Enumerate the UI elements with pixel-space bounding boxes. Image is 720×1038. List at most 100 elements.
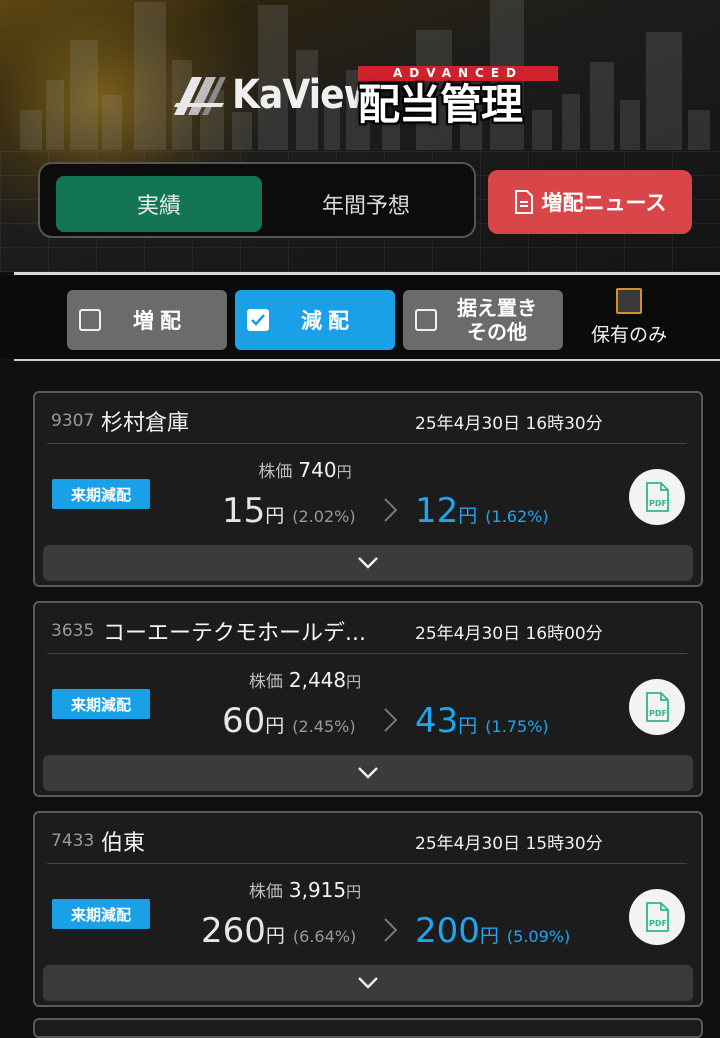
chevron-down-icon bbox=[358, 767, 378, 779]
filter-bar: 増配 減配 据え置き その他 保有のみ bbox=[0, 275, 720, 359]
new-dividend-value: 12 bbox=[415, 491, 459, 531]
old-dividend-value: 260 bbox=[201, 911, 266, 951]
company-name[interactable]: 杉村倉庫 bbox=[101, 405, 189, 437]
old-yield: (2.02%) bbox=[292, 507, 356, 526]
price-unit: 円 bbox=[336, 463, 352, 481]
checkbox-unchanged-other[interactable] bbox=[415, 309, 437, 331]
old-dividend-unit: 円 bbox=[265, 505, 285, 527]
dividend-card: 3635 コーエーテクモホールデ... 25年4月30日 16時00分 来期減配… bbox=[33, 601, 703, 797]
stock-price: 株価 740円 bbox=[35, 457, 575, 482]
pdf-button[interactable]: PDF bbox=[629, 889, 685, 945]
price-label: 株価 bbox=[258, 462, 293, 482]
company-name[interactable]: 伯東 bbox=[101, 825, 145, 857]
expand-button[interactable] bbox=[43, 965, 693, 1001]
tab-actual[interactable]: 実績 bbox=[56, 176, 262, 232]
kaview-logo-icon bbox=[174, 77, 226, 115]
old-dividend-value: 15 bbox=[222, 491, 266, 531]
document-icon bbox=[514, 190, 533, 214]
price-value: 3,915 bbox=[288, 878, 347, 902]
pdf-file-icon: PDF bbox=[646, 902, 669, 932]
price-label: 株価 bbox=[248, 882, 283, 902]
filter-increase-label: 増配 bbox=[133, 309, 187, 333]
card-divider bbox=[47, 443, 687, 444]
filter-decrease[interactable]: 減配 bbox=[235, 290, 395, 350]
new-dividend: 12円 (1.62%) bbox=[415, 491, 549, 531]
old-dividend-value: 60 bbox=[222, 701, 266, 741]
chevron-down-icon bbox=[358, 557, 378, 569]
price-value: 740 bbox=[298, 458, 337, 482]
pdf-button[interactable]: PDF bbox=[629, 679, 685, 735]
announcement-datetime: 25年4月30日 15時30分 bbox=[415, 834, 603, 854]
chevron-right-icon bbox=[384, 918, 398, 942]
dividend-card: 7433 伯東 25年4月30日 15時30分 来期減配 株価 3,915円 26… bbox=[33, 811, 703, 1007]
new-dividend-unit: 円 bbox=[458, 715, 478, 737]
announcement-datetime: 25年4月30日 16時00分 bbox=[415, 624, 603, 644]
old-dividend-unit: 円 bbox=[265, 715, 285, 737]
expand-button[interactable] bbox=[43, 545, 693, 581]
new-dividend-value: 200 bbox=[415, 911, 480, 951]
stock-code: 7433 bbox=[51, 831, 95, 851]
chevron-down-icon bbox=[358, 977, 378, 989]
new-yield: (1.62%) bbox=[485, 507, 549, 526]
filter-unchanged-line2: その他 bbox=[467, 320, 527, 344]
old-yield: (2.45%) bbox=[292, 717, 356, 736]
filter-divider bbox=[14, 359, 720, 361]
pdf-button[interactable]: PDF bbox=[629, 469, 685, 525]
stock-code: 9307 bbox=[51, 411, 95, 431]
new-dividend: 43円 (1.75%) bbox=[415, 701, 549, 741]
chevron-right-icon bbox=[384, 708, 398, 732]
check-icon bbox=[251, 314, 265, 326]
price-value: 2,448 bbox=[288, 668, 347, 692]
app-title: 配当管理 bbox=[358, 80, 523, 129]
company-name[interactable]: コーエーテクモホールデ... bbox=[103, 615, 366, 647]
price-unit: 円 bbox=[346, 883, 362, 901]
advanced-title-block: ADVANCED 配当管理 bbox=[358, 66, 558, 129]
view-tabs: 実績 年間予想 bbox=[38, 162, 476, 238]
owned-only-toggle[interactable]: 保有のみ bbox=[584, 288, 674, 347]
svg-text:PDF: PDF bbox=[649, 499, 667, 508]
svg-text:PDF: PDF bbox=[649, 919, 667, 928]
old-yield: (6.64%) bbox=[292, 927, 357, 946]
old-dividend: 15円 (2.02%) bbox=[222, 491, 356, 531]
dividend-news-button[interactable]: 増配ニュース bbox=[488, 170, 692, 234]
owned-only-checkbox[interactable] bbox=[616, 288, 642, 314]
old-dividend: 60円 (2.45%) bbox=[222, 701, 356, 741]
checkbox-decrease[interactable] bbox=[247, 309, 269, 331]
price-label: 株価 bbox=[248, 672, 283, 692]
status-badge: 来期減配 bbox=[52, 899, 150, 929]
new-dividend: 200円 (5.09%) bbox=[415, 911, 570, 951]
dividend-card: 9307 杉村倉庫 25年4月30日 16時30分 来期減配 株価 740円 15… bbox=[33, 391, 703, 587]
svg-text:PDF: PDF bbox=[649, 709, 667, 718]
filter-increase[interactable]: 増配 bbox=[67, 290, 227, 350]
new-dividend-unit: 円 bbox=[479, 925, 499, 947]
pdf-file-icon: PDF bbox=[646, 692, 669, 722]
tab-annual-forecast[interactable]: 年間予想 bbox=[266, 176, 466, 232]
announcement-datetime: 25年4月30日 16時30分 bbox=[415, 414, 603, 434]
new-yield: (1.75%) bbox=[485, 717, 549, 736]
pdf-file-icon: PDF bbox=[646, 482, 669, 512]
new-yield: (5.09%) bbox=[506, 927, 571, 946]
dividend-news-label: 増配ニュース bbox=[541, 191, 667, 215]
old-dividend-unit: 円 bbox=[265, 925, 285, 947]
advanced-tag: ADVANCED bbox=[358, 66, 558, 81]
filter-decrease-label: 減配 bbox=[301, 309, 355, 333]
card-divider bbox=[47, 863, 687, 864]
dividend-card-partial bbox=[33, 1018, 703, 1038]
card-divider bbox=[47, 653, 687, 654]
stock-price: 株価 2,448円 bbox=[35, 667, 575, 692]
filter-unchanged-line1: 据え置き bbox=[457, 296, 537, 320]
expand-button[interactable] bbox=[43, 755, 693, 791]
logo-text: KaView bbox=[232, 72, 377, 118]
status-badge: 来期減配 bbox=[52, 689, 150, 719]
stock-price: 株価 3,915円 bbox=[35, 877, 575, 902]
new-dividend-value: 43 bbox=[415, 701, 459, 741]
filter-unchanged-other[interactable]: 据え置き その他 bbox=[403, 290, 563, 350]
app-header: KaView ADVANCED 配当管理 実績 年間予想 増配ニュース bbox=[0, 0, 720, 272]
price-unit: 円 bbox=[346, 673, 362, 691]
stock-code: 3635 bbox=[51, 621, 95, 641]
filter-unchanged-other-label: 据え置き その他 bbox=[437, 296, 563, 344]
new-dividend-unit: 円 bbox=[458, 505, 478, 527]
status-badge: 来期減配 bbox=[52, 479, 150, 509]
chevron-right-icon bbox=[384, 498, 398, 522]
checkbox-increase[interactable] bbox=[79, 309, 101, 331]
